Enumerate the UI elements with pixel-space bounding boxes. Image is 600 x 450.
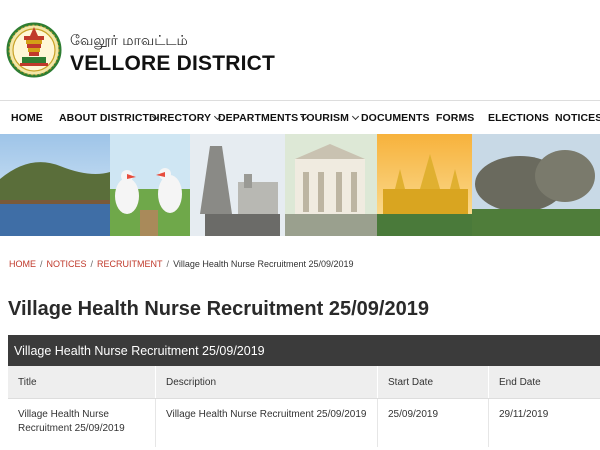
breadcrumb-notices[interactable]: NOTICES bbox=[47, 259, 87, 269]
nav-label: NOTICES bbox=[555, 112, 600, 124]
nav-item-notices[interactable]: NOTICES bbox=[555, 101, 600, 135]
nav-label: DOCUMENTS bbox=[361, 112, 430, 124]
district-tamil-name: வேலூர் மாவட்டம் bbox=[70, 33, 188, 49]
breadcrumb-separator: / bbox=[90, 259, 94, 269]
notices-table: Village Health Nurse Recruitment 25/09/2… bbox=[8, 335, 600, 447]
nav-label: TOURISM bbox=[300, 112, 349, 124]
column-header-start-date: Start Date bbox=[378, 366, 489, 398]
site-header: வேலூர் மாவட்டம் VELLORE DISTRICT bbox=[0, 0, 600, 100]
district-banner-image bbox=[0, 134, 600, 236]
nav-item-directory[interactable]: DIRECTORY bbox=[149, 101, 222, 135]
nav-item-home[interactable]: HOME bbox=[11, 101, 43, 135]
chevron-down-icon bbox=[351, 112, 359, 121]
nav-item-documents[interactable]: DOCUMENTS bbox=[361, 101, 430, 135]
column-header-description: Description bbox=[156, 366, 378, 398]
nav-label: ELECTIONS bbox=[488, 112, 549, 124]
breadcrumb: HOME / NOTICES / RECRUITMENT / Village Health … bbox=[9, 259, 354, 269]
column-header-end-date: End Date bbox=[499, 376, 541, 388]
cell-end-date: 29/11/2019 bbox=[499, 409, 549, 420]
main-navigation: HOME ABOUT DISTRICT DIRECTORY DEPARTMENT… bbox=[0, 100, 600, 134]
table-header-row: Title Description Start Date End Date bbox=[8, 366, 600, 399]
nav-label: DIRECTORY bbox=[149, 112, 212, 124]
nav-label: HOME bbox=[11, 112, 43, 124]
table-caption: Village Health Nurse Recruitment 25/09/2… bbox=[8, 335, 600, 366]
column-header-title: Title bbox=[8, 366, 156, 398]
district-name[interactable]: VELLORE DISTRICT bbox=[70, 52, 275, 76]
nav-label: FORMS bbox=[436, 112, 475, 124]
nav-label: ABOUT DISTRICT bbox=[59, 112, 150, 124]
tamil-nadu-emblem-icon[interactable] bbox=[6, 10, 62, 90]
nav-item-about-district[interactable]: ABOUT DISTRICT bbox=[59, 101, 160, 135]
table-row: Village Health Nurse Recruitment 25/09/2… bbox=[8, 399, 600, 447]
breadcrumb-separator: / bbox=[40, 259, 43, 269]
nav-item-forms[interactable]: FORMS bbox=[436, 101, 474, 135]
breadcrumb-separator: / bbox=[166, 259, 170, 269]
cell-title[interactable]: Village Health Nurse Recruitment 25/09/2… bbox=[8, 399, 156, 447]
breadcrumb-recruitment[interactable]: RECRUITMENT bbox=[97, 259, 163, 269]
page-title: Village Health Nurse Recruitment 25/09/2… bbox=[8, 298, 429, 320]
cell-description: Village Health Nurse Recruitment 25/09/2… bbox=[156, 399, 378, 447]
nav-item-elections[interactable]: ELECTIONS bbox=[488, 101, 549, 135]
nav-item-tourism[interactable]: TOURISM bbox=[300, 101, 359, 135]
nav-label: DEPARTMENTS bbox=[218, 112, 299, 124]
breadcrumb-home[interactable]: HOME bbox=[9, 259, 36, 269]
cell-start-date: 25/09/2019 bbox=[378, 399, 489, 447]
nav-item-departments[interactable]: DEPARTMENTS bbox=[218, 101, 309, 135]
breadcrumb-current: Village Health Nurse Recruitment 25/09/2… bbox=[173, 259, 354, 269]
